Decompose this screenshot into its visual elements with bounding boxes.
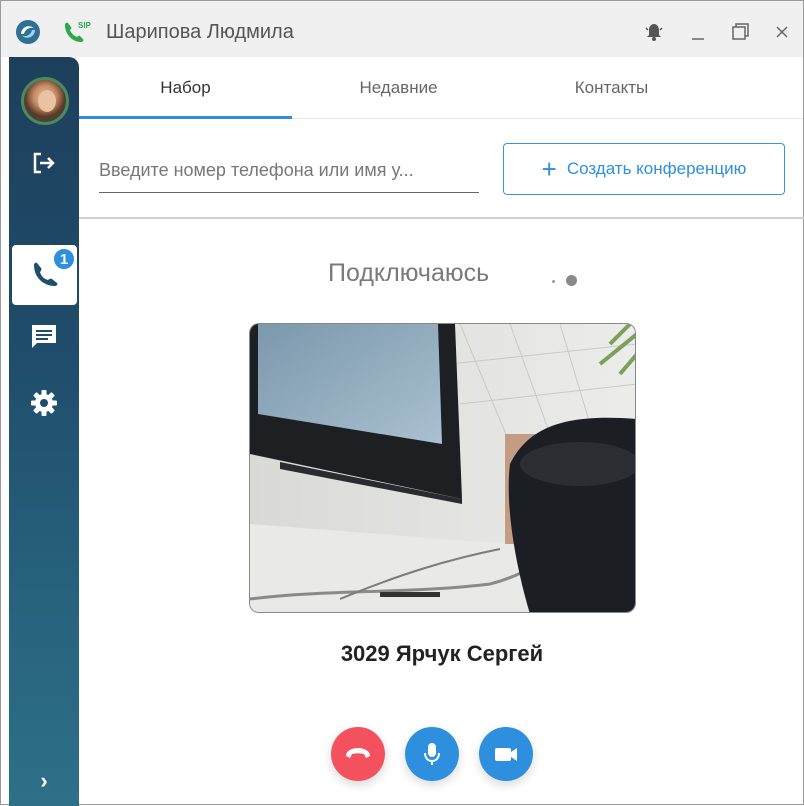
tab-bar: Набор Недавние Контакты	[79, 57, 803, 119]
call-status: Подключаюсь	[328, 259, 490, 287]
tab-dial[interactable]: Набор	[79, 57, 292, 119]
hangup-icon	[346, 748, 370, 758]
sip-phone-icon: SIP	[61, 19, 92, 45]
plus-icon: +	[541, 154, 557, 184]
tab-recent[interactable]: Недавние	[292, 57, 505, 119]
app-logo-icon	[15, 19, 41, 45]
expand-sidebar-button[interactable]: ›	[9, 766, 79, 796]
phone-icon[interactable]: 1	[12, 245, 77, 305]
bell-icon[interactable]	[641, 19, 667, 45]
avatar[interactable]	[21, 77, 69, 125]
mute-button[interactable]	[405, 727, 459, 781]
logout-icon[interactable]	[9, 133, 79, 193]
create-conference-button[interactable]: + Создать конференцию	[503, 143, 785, 195]
search-input[interactable]	[99, 149, 479, 191]
window-title: Шарипова Людмила	[106, 21, 294, 43]
hangup-button[interactable]	[331, 727, 385, 781]
video-button[interactable]	[479, 727, 533, 781]
loading-dot	[552, 280, 555, 283]
app-window: SIP Шарипова Людмила 1 › Набор Недавние …	[0, 0, 804, 806]
settings-icon[interactable]	[9, 373, 79, 433]
tab-contacts[interactable]: Контакты	[505, 57, 718, 119]
close-icon[interactable]	[769, 19, 795, 45]
create-conference-label: Создать конференцию	[566, 159, 747, 178]
loading-dot	[566, 275, 577, 286]
maximize-icon[interactable]	[727, 19, 753, 45]
search-field	[99, 149, 479, 193]
minimize-icon[interactable]	[685, 19, 711, 45]
video-preview	[249, 323, 636, 613]
caller-name: 3029 Ярчук Сергей	[340, 641, 544, 666]
notification-badge: 1	[52, 247, 76, 271]
microphone-icon	[424, 743, 440, 765]
active-tab-indicator	[79, 116, 292, 119]
svg-text:SIP: SIP	[78, 21, 91, 30]
title-bar: SIP Шарипова Людмила	[1, 1, 803, 57]
chat-icon[interactable]	[9, 307, 79, 367]
divider	[79, 217, 804, 219]
video-camera-icon	[495, 748, 517, 761]
sidebar: 1 ›	[9, 57, 79, 806]
